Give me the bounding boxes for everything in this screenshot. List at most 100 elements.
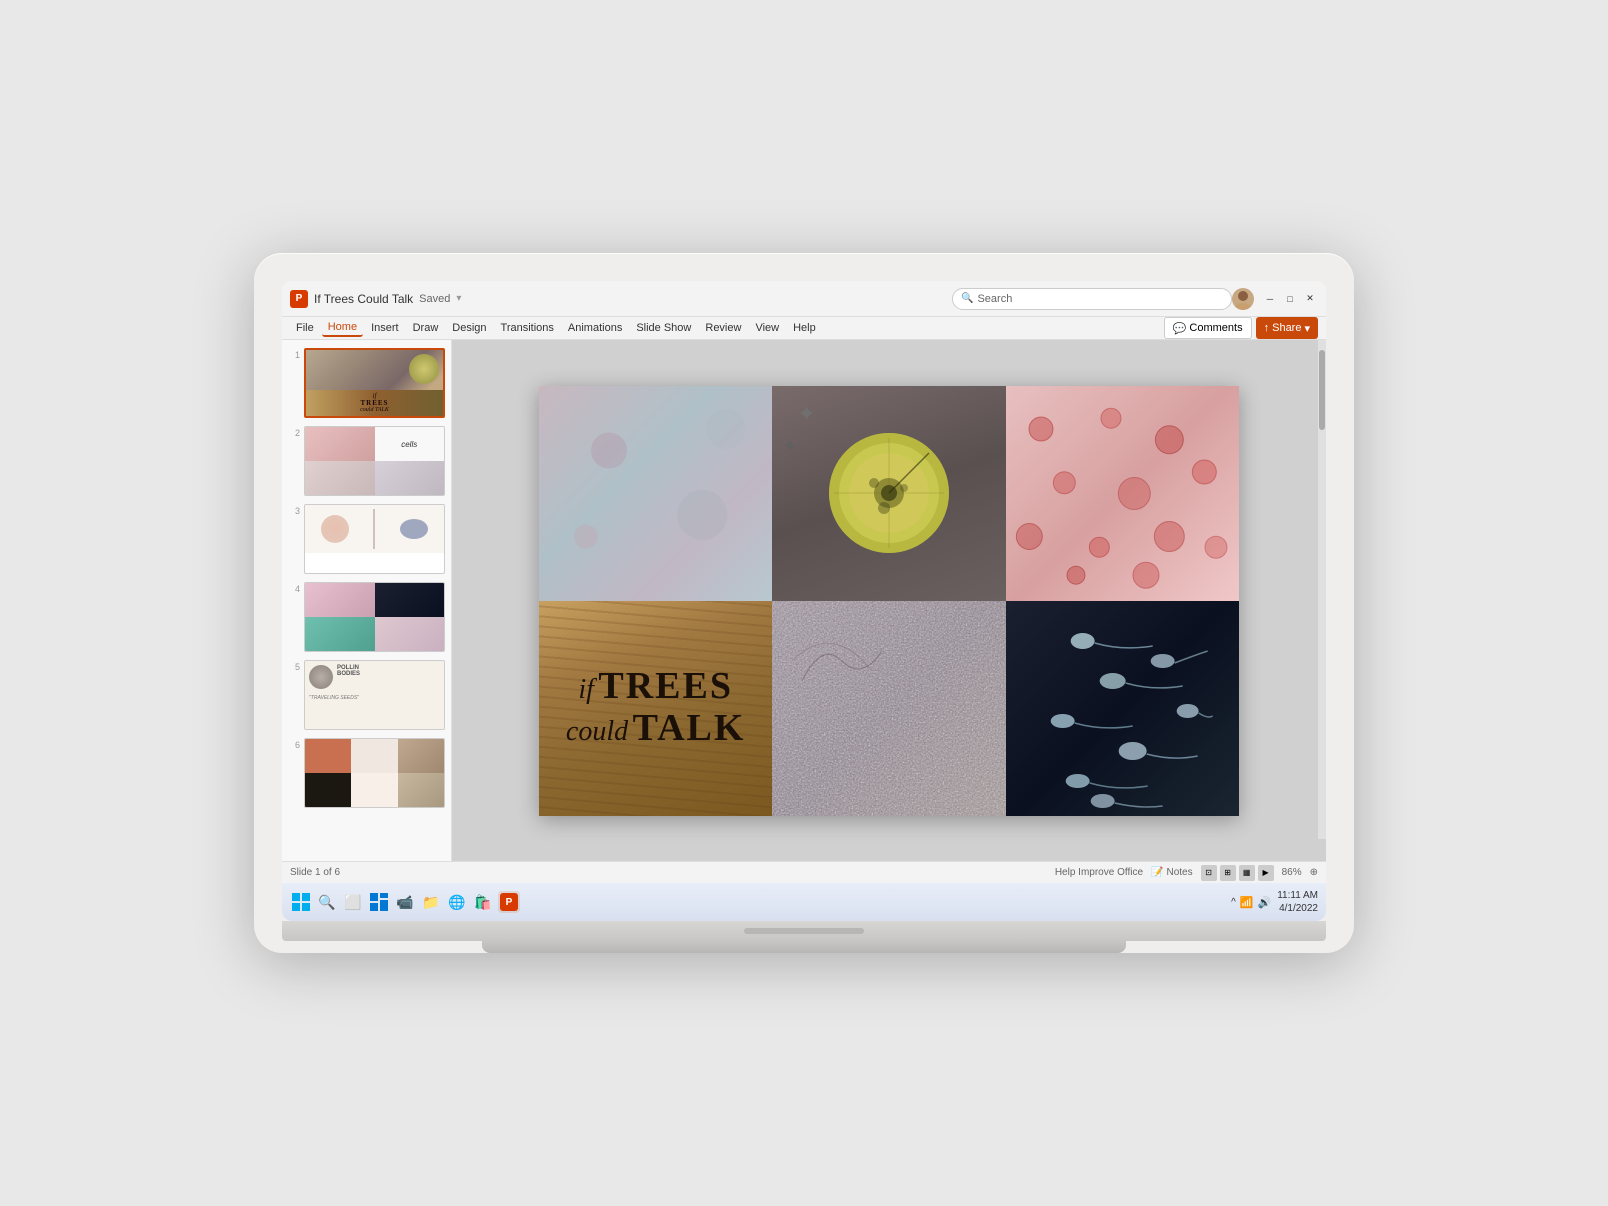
view-icons: ⊡ ⊞ ▦ ▶ bbox=[1201, 865, 1274, 881]
menu-insert[interactable]: Insert bbox=[365, 320, 405, 336]
status-bar: Slide 1 of 6 Help Improve Office 📝 Notes… bbox=[282, 861, 1326, 883]
saved-chevron: ▾ bbox=[456, 293, 461, 304]
start-button[interactable] bbox=[290, 891, 312, 913]
main-area: 1 if TREES could TALK bbox=[282, 340, 1326, 861]
taskbar-clock: 11:11 AM 4/1/2022 bbox=[1277, 889, 1318, 915]
list-item[interactable]: 6 bbox=[288, 738, 445, 808]
slide-thumb-4[interactable] bbox=[304, 582, 445, 652]
title-bar: P If Trees Could Talk Saved ▾ 🔍 Search bbox=[282, 281, 1326, 317]
document-title: If Trees Could Talk bbox=[314, 292, 413, 306]
saved-status: Saved bbox=[419, 293, 450, 305]
cell-bottom-right bbox=[1006, 601, 1239, 816]
slide-thumb-5[interactable]: POLLIN BODIES "TRAVELING SEEDS" bbox=[304, 660, 445, 730]
wifi-icon: 📶 bbox=[1240, 896, 1254, 909]
share-icon: ↑ bbox=[1264, 322, 1270, 334]
minimize-button[interactable]: ─ bbox=[1262, 291, 1278, 307]
volume-icon[interactable]: 🔊 bbox=[1258, 896, 1272, 909]
slide-thumb-3[interactable] bbox=[304, 504, 445, 574]
slide-thumb-6[interactable] bbox=[304, 738, 445, 808]
laptop-notch bbox=[744, 928, 864, 934]
taskview-button[interactable]: ⬜ bbox=[342, 891, 364, 913]
zoom-icon: ⊕ bbox=[1310, 867, 1318, 878]
title-bar-right: ─ □ ✕ bbox=[1232, 288, 1318, 310]
slide-number-2: 2 bbox=[288, 426, 300, 438]
slide-thumb-1[interactable]: if TREES could TALK bbox=[304, 348, 445, 418]
scrollbar-thumb[interactable] bbox=[1319, 350, 1325, 430]
taskbar: 🔍 ⬜ 📹 📁 🌐 🛍️ P bbox=[282, 883, 1326, 921]
menu-slideshow[interactable]: Slide Show bbox=[630, 320, 697, 336]
explorer-button[interactable]: 📁 bbox=[420, 891, 442, 913]
ribbon: File Home Insert Draw Design Transitions… bbox=[282, 317, 1326, 340]
notes-icon: 📝 bbox=[1151, 867, 1163, 878]
menu-transitions[interactable]: Transitions bbox=[495, 320, 560, 336]
search-text: Search bbox=[977, 293, 1012, 305]
slide-sorter-button[interactable]: ⊞ bbox=[1220, 865, 1236, 881]
slide-panel: 1 if TREES could TALK bbox=[282, 340, 452, 861]
search-bar[interactable]: 🔍 Search bbox=[952, 288, 1232, 310]
menu-file[interactable]: File bbox=[290, 320, 320, 336]
zoom-level: 86% bbox=[1282, 867, 1302, 878]
list-item[interactable]: 3 bbox=[288, 504, 445, 574]
list-item[interactable]: 1 if TREES could TALK bbox=[288, 348, 445, 418]
comments-icon: 💬 bbox=[1173, 322, 1187, 335]
notes-button[interactable]: 📝 Notes bbox=[1151, 867, 1193, 878]
share-button[interactable]: ↑ Share ▾ bbox=[1256, 317, 1318, 339]
screen-content: P If Trees Could Talk Saved ▾ 🔍 Search bbox=[282, 281, 1326, 921]
menu-draw[interactable]: Draw bbox=[407, 320, 445, 336]
scroll-bar[interactable] bbox=[1318, 340, 1326, 839]
list-item[interactable]: 2 cells bbox=[288, 426, 445, 496]
teams-button[interactable]: 📹 bbox=[394, 891, 416, 913]
cell-top-left bbox=[539, 386, 772, 601]
laptop-screen: P If Trees Could Talk Saved ▾ 🔍 Search bbox=[282, 281, 1326, 921]
store-button[interactable]: 🛍️ bbox=[472, 891, 494, 913]
comments-button[interactable]: 💬 Comments bbox=[1164, 317, 1252, 339]
list-item[interactable]: 5 POLLIN BODIES "TRAVELIN bbox=[288, 660, 445, 730]
menu-animations[interactable]: Animations bbox=[562, 320, 628, 336]
cell-bottom-center bbox=[772, 601, 1005, 816]
edge-button[interactable]: 🌐 bbox=[446, 891, 468, 913]
system-icons: ^ 📶 🔊 bbox=[1231, 896, 1271, 909]
title-talk: TALK bbox=[633, 707, 746, 749]
list-item[interactable]: 4 bbox=[288, 582, 445, 652]
menu-review[interactable]: Review bbox=[699, 320, 747, 336]
laptop-stand bbox=[482, 941, 1126, 953]
time-display: 11:11 AM bbox=[1277, 889, 1318, 902]
laptop-frame: P If Trees Could Talk Saved ▾ 🔍 Search bbox=[254, 253, 1354, 953]
menu-home[interactable]: Home bbox=[322, 319, 363, 337]
powerpoint-logo: P bbox=[290, 290, 308, 308]
title-trees: TREES bbox=[598, 665, 733, 707]
menu-view[interactable]: View bbox=[749, 320, 785, 336]
powerpoint-taskbar-button[interactable]: P bbox=[498, 891, 520, 913]
slide-number-3: 3 bbox=[288, 504, 300, 516]
microscope-image bbox=[829, 433, 949, 553]
maximize-button[interactable]: □ bbox=[1282, 291, 1298, 307]
user-avatar bbox=[1232, 288, 1254, 310]
reading-view-button[interactable]: ▦ bbox=[1239, 865, 1255, 881]
canvas-area: ✦ ✦ bbox=[452, 340, 1326, 861]
search-icon: 🔍 bbox=[961, 293, 973, 304]
slide-number-6: 6 bbox=[288, 738, 300, 750]
menu-design[interactable]: Design bbox=[446, 320, 492, 336]
chevron-up-icon[interactable]: ^ bbox=[1231, 897, 1236, 908]
close-button[interactable]: ✕ bbox=[1302, 291, 1318, 307]
menu-help[interactable]: Help bbox=[787, 320, 822, 336]
widgets-button[interactable] bbox=[368, 891, 390, 913]
search-taskbar-button[interactable]: 🔍 bbox=[316, 891, 338, 913]
comments-label: Comments bbox=[1189, 322, 1242, 334]
title-if: if bbox=[578, 674, 594, 705]
title-bar-left: P If Trees Could Talk Saved ▾ bbox=[290, 290, 952, 308]
slideshow-button[interactable]: ▶ bbox=[1258, 865, 1274, 881]
normal-view-button[interactable]: ⊡ bbox=[1201, 865, 1217, 881]
share-label: Share bbox=[1272, 322, 1301, 334]
date-display: 4/1/2022 bbox=[1277, 902, 1318, 915]
slide-number-1: 1 bbox=[288, 348, 300, 360]
slide-title: if TREES could TALK bbox=[566, 666, 746, 750]
window-controls: ─ □ ✕ bbox=[1262, 291, 1318, 307]
slide-number-4: 4 bbox=[288, 582, 300, 594]
help-text: Help Improve Office bbox=[1055, 867, 1143, 878]
slide-status: Slide 1 of 6 bbox=[290, 867, 340, 878]
slide-canvas[interactable]: ✦ ✦ bbox=[539, 386, 1239, 816]
share-chevron: ▾ bbox=[1304, 322, 1310, 335]
cell-top-center: ✦ ✦ bbox=[772, 386, 1005, 601]
slide-thumb-2[interactable]: cells bbox=[304, 426, 445, 496]
